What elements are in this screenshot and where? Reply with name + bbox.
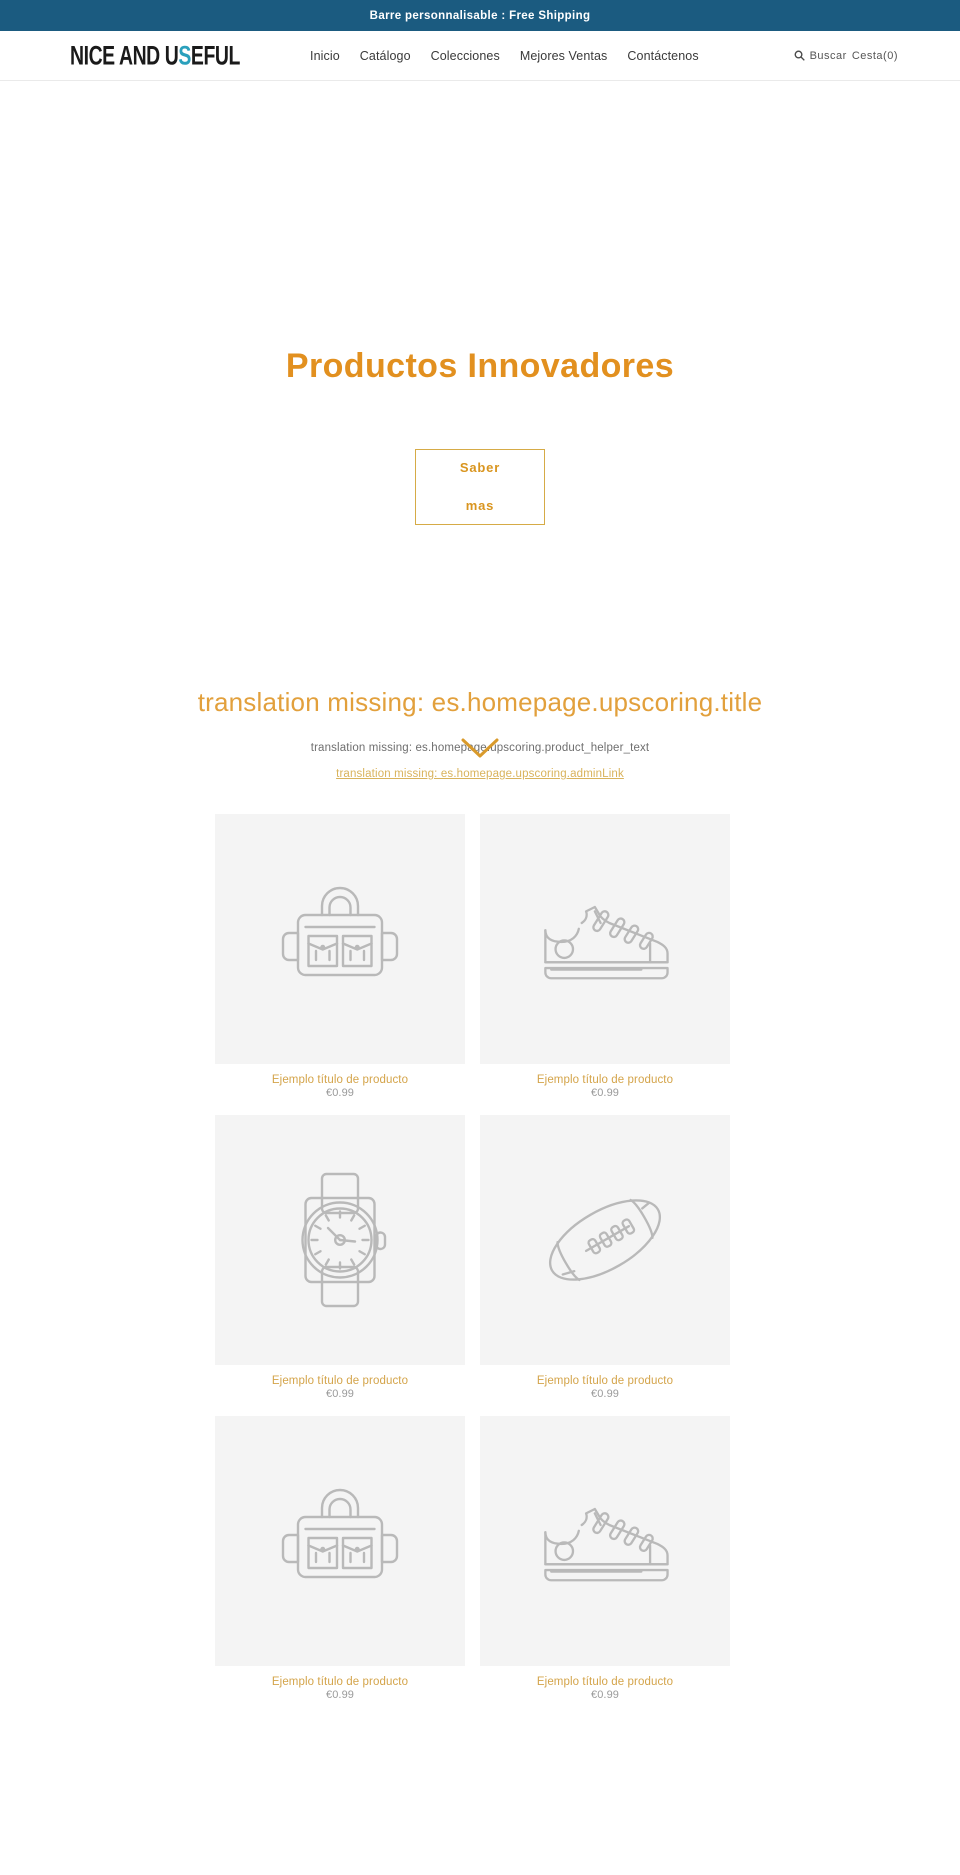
nav-item-colecciones[interactable]: Colecciones	[431, 49, 500, 63]
search-icon[interactable]	[794, 50, 805, 61]
product-image-placeholder	[480, 813, 730, 1064]
header-utilities: Buscar Cesta(0)	[794, 50, 898, 62]
product-price: €0.99	[325, 1086, 355, 1099]
product-card[interactable]: Ejemplo título de producto €0.99	[480, 1415, 730, 1701]
product-card[interactable]: Ejemplo título de producto €0.99	[215, 1415, 465, 1701]
product-price: €0.99	[590, 1387, 620, 1400]
product-price: €0.99	[590, 1688, 620, 1701]
logo-text-part2: EFUL	[190, 40, 240, 70]
announcement-bar: Barre personnalisable : Free Shipping	[0, 0, 960, 31]
logo-text-part1: NICE AND U	[70, 40, 179, 70]
product-price: €0.99	[325, 1387, 355, 1400]
sneaker-icon	[544, 905, 669, 980]
backpack-icon	[281, 1488, 399, 1578]
product-card[interactable]: Ejemplo título de producto €0.99	[480, 813, 730, 1099]
product-title: Ejemplo título de producto	[536, 1073, 674, 1086]
product-card[interactable]: Ejemplo título de producto €0.99	[215, 813, 465, 1099]
nav-item-inicio[interactable]: Inicio	[310, 49, 340, 63]
product-price: €0.99	[590, 1086, 620, 1099]
cart-link[interactable]: Cesta(0)	[852, 50, 898, 62]
upscoring-title: translation missing: es.homepage.upscori…	[197, 687, 763, 717]
main-navigation: Inicio Catálogo Colecciones Mejores Vent…	[310, 49, 699, 63]
product-price: €0.99	[325, 1688, 355, 1701]
nav-item-catalogo[interactable]: Catálogo	[360, 49, 411, 63]
product-image-placeholder	[215, 1114, 465, 1365]
product-card[interactable]: Ejemplo título de producto €0.99	[480, 1114, 730, 1400]
product-image-placeholder	[215, 1415, 465, 1666]
hero-section: Productos Innovadores Saber mas	[0, 81, 960, 758]
backpack-icon	[281, 886, 399, 976]
watch-icon	[301, 1172, 387, 1307]
product-title: Ejemplo título de producto	[536, 1675, 674, 1688]
chevron-down-icon[interactable]	[460, 736, 500, 760]
saber-mas-button[interactable]: Saber mas	[415, 449, 545, 525]
product-title: Ejemplo título de producto	[271, 1073, 409, 1086]
product-title: Ejemplo título de producto	[271, 1374, 409, 1387]
product-title: Ejemplo título de producto	[271, 1675, 409, 1688]
site-header: NICE AND USEFUL Inicio Catálogo Coleccio…	[0, 31, 960, 81]
hero-title: Productos Innovadores	[285, 347, 675, 385]
saber-mas-button-line2: mas	[465, 498, 495, 513]
product-image-placeholder	[215, 813, 465, 1064]
product-image-placeholder	[480, 1415, 730, 1666]
logo-text-accent: S	[178, 40, 191, 70]
nav-item-contactenos[interactable]: Contáctenos	[627, 49, 698, 63]
football-icon	[548, 1198, 662, 1281]
announcement-text: Barre personnalisable : Free Shipping	[369, 9, 591, 22]
product-grid: Ejemplo título de producto €0.99 Ejemplo…	[215, 813, 745, 1811]
search-link[interactable]: Buscar	[810, 50, 847, 62]
product-card[interactable]: Ejemplo título de producto €0.99	[215, 1114, 465, 1400]
nav-item-mejores-ventas[interactable]: Mejores Ventas	[520, 49, 608, 63]
logo-text: NICE AND USEFUL	[70, 42, 240, 69]
sneaker-icon	[544, 1507, 669, 1582]
site-logo[interactable]: NICE AND USEFUL	[70, 42, 306, 69]
upscoring-section: translation missing: es.homepage.upscori…	[0, 676, 960, 782]
saber-mas-button-line1: Saber	[459, 460, 501, 475]
product-title: Ejemplo título de producto	[536, 1374, 674, 1387]
product-image-placeholder	[480, 1114, 730, 1365]
upscoring-admin-link[interactable]: translation missing: es.homepage.upscori…	[336, 768, 624, 780]
